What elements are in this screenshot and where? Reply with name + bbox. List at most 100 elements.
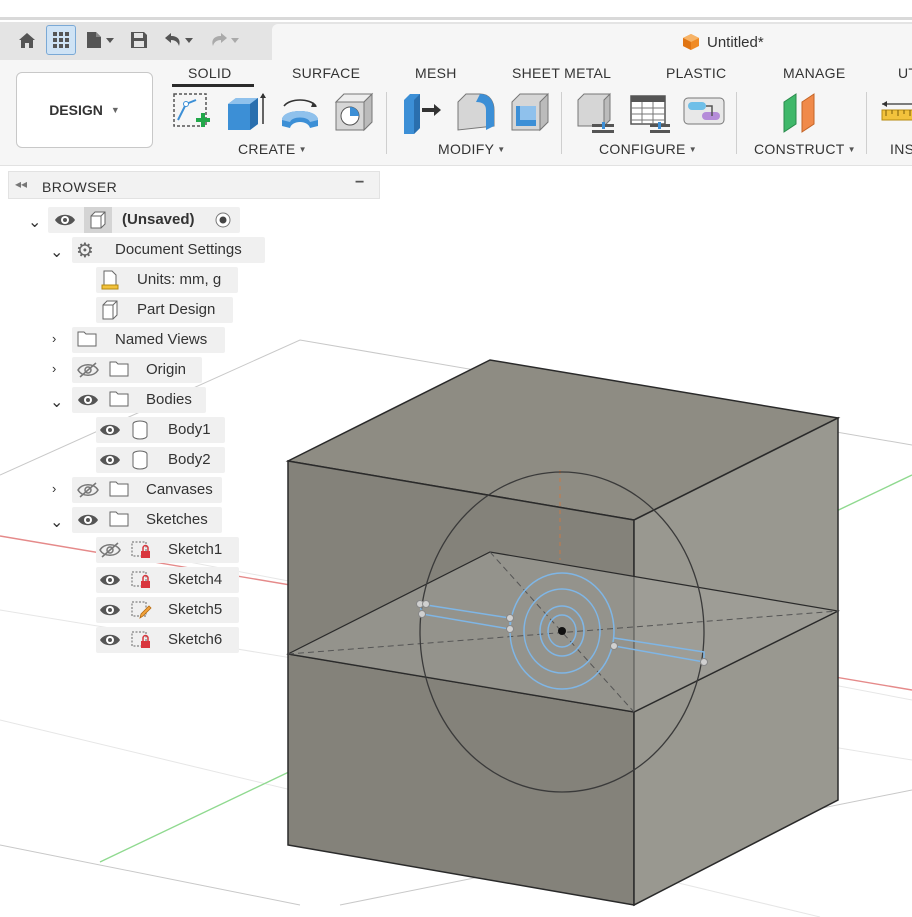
eye-icon[interactable] [77,391,99,409]
group-construct-label: CONSTRUCT [754,141,845,157]
tree-label-bodies: Bodies [146,391,192,408]
group-separator [561,92,562,154]
tab-manage[interactable]: MANAGE [783,65,845,81]
group-modify-label: MODIFY [438,141,495,157]
body-icon [132,420,148,440]
folder-icon [77,331,97,347]
chevron-right-icon[interactable]: › [52,331,56,346]
tree-label-part-design: Part Design [137,301,216,318]
tree-label-sketch1: Sketch1 [168,541,223,558]
tree-label-sketches: Sketches [146,511,208,528]
revolve-icon[interactable] [278,90,322,134]
units-icon [101,270,119,290]
document-cube-icon [683,34,699,50]
tab-mesh[interactable]: MESH [415,65,457,81]
eye-icon[interactable] [99,571,121,589]
chevron-down-icon: ▼ [847,145,856,154]
configure-model-icon[interactable] [574,90,618,134]
group-inspect[interactable]: INS [890,141,912,157]
collapse-panel-icon[interactable]: ◂◂ [15,177,27,191]
chevron-down-icon[interactable]: ⌄ [50,392,63,412]
minimize-icon[interactable]: − [355,174,364,192]
configuration-rules-icon[interactable] [682,90,726,134]
extrude-icon[interactable] [224,90,268,134]
tree-label-sketch6: Sketch6 [168,631,223,648]
eye-icon[interactable] [99,631,121,649]
eye-hidden-icon[interactable] [99,541,121,559]
redo-icon[interactable] [204,25,246,55]
chevron-down-icon[interactable]: ⌄ [50,242,63,262]
configuration-table-icon[interactable] [628,90,672,134]
group-inspect-label: INS [890,141,912,157]
group-construct[interactable]: CONSTRUCT ▼ [754,141,856,157]
tree-label-body1: Body1 [168,421,211,438]
fillet-icon[interactable] [454,90,498,134]
document-title: Untitled* [707,34,764,51]
data-panel-icon[interactable] [46,25,76,55]
eye-icon[interactable] [54,211,76,229]
tree-label-root: (Unsaved) [122,211,195,228]
eye-icon[interactable] [99,601,121,619]
group-separator [386,92,387,154]
folder-icon [109,361,129,377]
chevron-right-icon[interactable]: › [52,361,56,376]
browser-title: BROWSER [42,179,118,195]
group-configure-label: CONFIGURE [599,141,686,157]
group-configure[interactable]: CONFIGURE ▼ [599,141,697,157]
offset-plane-icon[interactable] [778,90,822,134]
activate-radio-icon[interactable] [214,211,232,229]
browser-panel-header: ◂◂ BROWSER − [8,171,380,199]
tab-solid[interactable]: SOLID [188,65,232,81]
chevron-down-icon[interactable]: ⌄ [50,512,63,532]
file-icon[interactable] [80,25,120,55]
tree-label-origin: Origin [146,361,187,378]
sketch-edit-icon [131,601,152,619]
sketch-locked-icon [131,571,150,588]
tree-label-sketch4: Sketch4 [168,571,223,588]
tree-label-named-views: Named Views [115,331,208,348]
chevron-right-icon[interactable]: › [52,481,56,496]
eye-icon[interactable] [99,451,121,469]
folder-icon [109,391,129,407]
tab-utilities[interactable]: UT [898,65,912,81]
eye-icon[interactable] [99,421,121,439]
group-create[interactable]: CREATE ▼ [238,141,307,157]
document-tab[interactable]: Untitled* [272,24,912,60]
workspace-label: DESIGN [49,102,103,118]
tab-surface[interactable]: SURFACE [292,65,360,81]
eye-hidden-icon[interactable] [77,481,99,499]
body-icon [132,450,148,470]
tab-sheet-metal[interactable]: SHEET METAL [512,65,611,81]
top-strip [0,0,912,20]
shell-icon[interactable] [508,90,552,134]
title-bar: Untitled* [0,22,912,60]
hole-icon[interactable] [332,90,376,134]
component-icon [84,207,112,233]
tree-label-units: Units: mm, g [137,271,222,288]
origin-point[interactable] [558,627,566,635]
eye-hidden-icon[interactable] [77,361,99,379]
chevron-down-icon: ▼ [497,145,506,154]
active-tab-indicator [172,84,254,87]
tree-label-document-settings: Document Settings [115,241,242,258]
chevron-down-icon: ▼ [298,145,307,154]
press-pull-icon[interactable] [400,90,444,134]
create-sketch-icon[interactable] [170,90,214,134]
group-modify[interactable]: MODIFY ▼ [438,141,505,157]
workspace-switcher-button[interactable]: DESIGN ▼ [16,72,153,148]
tab-plastic[interactable]: PLASTIC [666,65,726,81]
chevron-down-icon: ▼ [110,105,120,115]
chevron-down-icon[interactable]: ⌄ [28,212,41,232]
tree-label-sketch5: Sketch5 [168,601,223,618]
tree-label-body2: Body2 [168,451,211,468]
group-create-label: CREATE [238,141,296,157]
quick-access-toolbar [12,24,246,56]
folder-icon [109,511,129,527]
group-separator [736,92,737,154]
undo-icon[interactable] [158,25,200,55]
chevron-down-icon: ▼ [688,145,697,154]
home-icon[interactable] [12,25,42,55]
save-icon[interactable] [124,25,154,55]
eye-icon[interactable] [77,511,99,529]
measure-icon[interactable] [880,90,912,134]
